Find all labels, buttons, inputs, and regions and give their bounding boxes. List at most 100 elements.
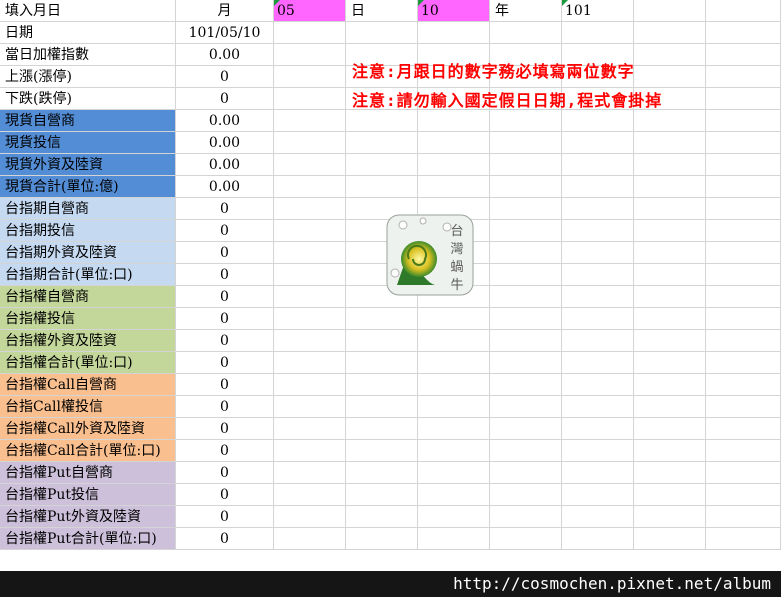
- empty-cell[interactable]: [418, 462, 490, 484]
- empty-cell[interactable]: [490, 396, 562, 418]
- row-value-cell[interactable]: 0: [176, 242, 274, 264]
- empty-cell[interactable]: [634, 44, 706, 66]
- row-value-cell[interactable]: 0: [176, 462, 274, 484]
- row-label-cell[interactable]: 台指期投信: [0, 220, 176, 242]
- day-input-cell[interactable]: 10: [418, 0, 490, 22]
- empty-cell[interactable]: [490, 462, 562, 484]
- empty-cell[interactable]: [418, 440, 490, 462]
- empty-cell[interactable]: [634, 396, 706, 418]
- empty-cell[interactable]: [562, 352, 634, 374]
- row-value-cell[interactable]: 0: [176, 330, 274, 352]
- empty-cell[interactable]: [346, 110, 418, 132]
- empty-cell[interactable]: [418, 110, 490, 132]
- empty-cell[interactable]: [490, 506, 562, 528]
- empty-cell[interactable]: [346, 528, 418, 550]
- empty-cell[interactable]: [634, 506, 706, 528]
- empty-cell[interactable]: [418, 528, 490, 550]
- empty-cell[interactable]: [562, 418, 634, 440]
- row-label-cell[interactable]: 下跌(跌停): [0, 88, 176, 110]
- empty-cell[interactable]: [706, 66, 781, 88]
- empty-cell[interactable]: [346, 374, 418, 396]
- empty-cell[interactable]: [562, 110, 634, 132]
- empty-cell[interactable]: [706, 418, 781, 440]
- empty-cell[interactable]: [274, 110, 346, 132]
- empty-cell[interactable]: [346, 440, 418, 462]
- empty-cell[interactable]: [562, 264, 634, 286]
- empty-cell[interactable]: [346, 506, 418, 528]
- empty-cell[interactable]: [274, 396, 346, 418]
- row-value-cell[interactable]: 0.00: [176, 176, 274, 198]
- empty-cell[interactable]: [274, 418, 346, 440]
- empty-cell[interactable]: [634, 66, 706, 88]
- empty-cell[interactable]: [274, 22, 346, 44]
- row-label-cell[interactable]: 台指權Put投信: [0, 484, 176, 506]
- empty-cell[interactable]: [562, 22, 634, 44]
- empty-cell[interactable]: [274, 88, 346, 110]
- empty-cell[interactable]: [706, 308, 781, 330]
- row-value-cell[interactable]: 0: [176, 528, 274, 550]
- month-label-cell[interactable]: 月: [176, 0, 274, 22]
- empty-cell[interactable]: [346, 462, 418, 484]
- empty-cell[interactable]: [346, 154, 418, 176]
- empty-cell[interactable]: [562, 374, 634, 396]
- row-label-cell[interactable]: 台指期外資及陸資: [0, 242, 176, 264]
- empty-cell[interactable]: [634, 22, 706, 44]
- row-label-cell[interactable]: 現貨自營商: [0, 110, 176, 132]
- empty-cell[interactable]: [706, 462, 781, 484]
- row-label-cell[interactable]: 當日加權指數: [0, 44, 176, 66]
- empty-cell[interactable]: [634, 484, 706, 506]
- empty-cell[interactable]: [274, 66, 346, 88]
- empty-cell[interactable]: [418, 132, 490, 154]
- empty-cell[interactable]: [562, 308, 634, 330]
- row-value-cell[interactable]: 0: [176, 484, 274, 506]
- empty-cell[interactable]: [274, 484, 346, 506]
- empty-cell[interactable]: [418, 374, 490, 396]
- empty-cell[interactable]: [706, 110, 781, 132]
- row-label-cell[interactable]: 台指權Call自營商: [0, 374, 176, 396]
- year-input-cell[interactable]: 101: [562, 0, 634, 22]
- empty-cell[interactable]: [490, 286, 562, 308]
- empty-cell[interactable]: [562, 242, 634, 264]
- empty-cell[interactable]: [634, 264, 706, 286]
- row-label-cell[interactable]: 台指Call權投信: [0, 396, 176, 418]
- empty-cell[interactable]: [490, 440, 562, 462]
- row-value-cell[interactable]: 0: [176, 88, 274, 110]
- empty-cell[interactable]: [274, 242, 346, 264]
- row-value-cell[interactable]: 0: [176, 418, 274, 440]
- empty-cell[interactable]: [634, 110, 706, 132]
- empty-cell[interactable]: [562, 132, 634, 154]
- empty-cell[interactable]: [562, 198, 634, 220]
- empty-cell[interactable]: [490, 308, 562, 330]
- empty-cell[interactable]: [634, 242, 706, 264]
- row-label-cell[interactable]: 台指權Call合計(單位:口): [0, 440, 176, 462]
- empty-cell[interactable]: [634, 132, 706, 154]
- empty-cell[interactable]: [346, 22, 418, 44]
- empty-cell[interactable]: [706, 44, 781, 66]
- empty-cell[interactable]: [274, 352, 346, 374]
- row-value-cell[interactable]: 0: [176, 264, 274, 286]
- empty-cell[interactable]: [274, 440, 346, 462]
- empty-cell[interactable]: [706, 22, 781, 44]
- row-label-cell[interactable]: 台指期自營商: [0, 198, 176, 220]
- empty-cell[interactable]: [346, 484, 418, 506]
- row-value-cell[interactable]: 0: [176, 308, 274, 330]
- empty-cell[interactable]: [490, 110, 562, 132]
- row-value-cell[interactable]: 0: [176, 506, 274, 528]
- empty-cell[interactable]: [706, 286, 781, 308]
- row-label-cell[interactable]: 現貨外資及陸資: [0, 154, 176, 176]
- row-label-cell[interactable]: 台指權Call外資及陸資: [0, 418, 176, 440]
- empty-cell[interactable]: [562, 506, 634, 528]
- empty-cell[interactable]: [634, 330, 706, 352]
- empty-cell[interactable]: [634, 462, 706, 484]
- empty-cell[interactable]: [706, 528, 781, 550]
- empty-cell[interactable]: [634, 352, 706, 374]
- empty-cell[interactable]: [274, 198, 346, 220]
- empty-cell[interactable]: [706, 352, 781, 374]
- row-value-cell[interactable]: 0: [176, 440, 274, 462]
- row-value-cell[interactable]: 0.00: [176, 132, 274, 154]
- title-cell[interactable]: 填入月日: [0, 0, 176, 22]
- empty-cell[interactable]: [274, 132, 346, 154]
- empty-cell[interactable]: [274, 308, 346, 330]
- empty-cell[interactable]: [634, 220, 706, 242]
- empty-cell[interactable]: [706, 484, 781, 506]
